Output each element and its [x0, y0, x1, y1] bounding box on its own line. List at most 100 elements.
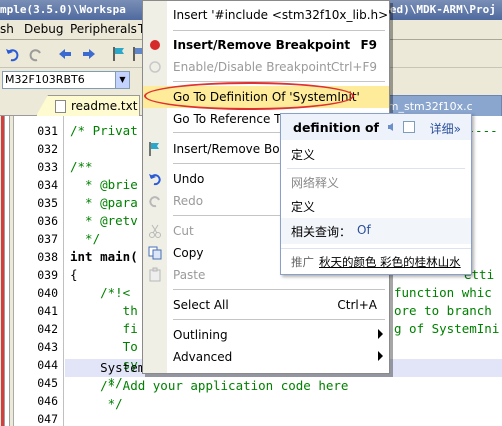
panel-scroll-track[interactable] [4, 116, 10, 426]
menu-item-label: Copy [173, 246, 204, 260]
menu-item-label: Insert/Remove Breakpoint [173, 38, 351, 52]
breakpoint-icon [150, 40, 160, 50]
menu-item-insert-remove-breakpoint[interactable]: Insert/Remove Breakpoint F9 [143, 34, 389, 56]
code-line: /* Privat [70, 123, 138, 138]
code-line: fi [70, 321, 138, 336]
submenu-arrow-icon [378, 351, 383, 361]
menu-separator [173, 30, 385, 31]
web-definition-heading: 网络释义 [291, 176, 340, 190]
tab-readme[interactable]: readme.txt [36, 95, 140, 116]
code-line: /* Add your application code here [70, 378, 349, 393]
menu-item-shortcut: Ctrl+F9 [331, 60, 377, 74]
code-line: int main( [70, 249, 138, 264]
code-line: */ [70, 231, 101, 246]
code-fragment: ore to branch [394, 303, 492, 318]
speaker-icon[interactable] [387, 122, 397, 132]
code-line: /*!< [70, 285, 138, 300]
menu-item-label: Undo [173, 172, 205, 186]
bookmark-flag-icon[interactable] [110, 45, 128, 63]
code-line: * @retv [70, 213, 138, 228]
chevron-down-icon[interactable]: ▼ [115, 72, 129, 88]
redo-icon [149, 196, 160, 208]
related-query-row: 相关查询： Of [281, 218, 471, 244]
menu-item-label: Outlining [173, 328, 228, 342]
undo-icon [149, 174, 161, 186]
line-number: 031 [37, 124, 58, 138]
line-number: 047 [37, 412, 58, 426]
back-arrow-icon[interactable] [56, 45, 74, 63]
code-fragment: g of SystemIni [394, 321, 500, 336]
line-number: 037 [37, 232, 58, 246]
text-file-icon [55, 100, 66, 113]
line-number: 033 [37, 160, 58, 174]
line-number: 044 [37, 358, 58, 372]
code-line: { [70, 267, 78, 282]
dictionary-divider [287, 168, 465, 169]
line-number: 032 [37, 142, 58, 156]
details-link[interactable]: 详细» [430, 120, 461, 137]
submenu-arrow-icon [378, 329, 383, 339]
code-line: /** [70, 159, 93, 174]
menu-item-enable-disable-breakpoint[interactable]: Enable/Disable Breakpoint Ctrl+F9 [143, 56, 389, 78]
menu-item-advanced[interactable]: Advanced [143, 346, 389, 368]
code-line: th [70, 303, 138, 318]
line-number: 038 [37, 250, 58, 264]
menu-item-select-all[interactable]: Select All Ctrl+A [143, 294, 389, 316]
code-line: * @para [70, 195, 138, 210]
menu-item-project[interactable]: sh [0, 22, 14, 36]
line-number: 046 [37, 394, 58, 408]
menu-item-label: Select All [173, 298, 229, 312]
menu-item-label: Advanced [173, 350, 233, 364]
menu-item-shortcut: F9 [360, 38, 377, 52]
menu-item-debug[interactable]: Debug [24, 22, 63, 36]
line-number: 045 [37, 376, 58, 390]
line-number: 040 [37, 286, 58, 300]
line-number: 035 [37, 196, 58, 210]
line-number: 042 [37, 322, 58, 336]
promo-row: 推广 秋天的颜色 彩色的桂林山水 [281, 248, 471, 274]
forward-arrow-icon[interactable] [80, 45, 98, 63]
project-panel-edge [0, 116, 14, 426]
dictionary-meaning: 定义 [291, 148, 316, 162]
dictionary-word: definition of [293, 120, 379, 135]
menu-item-label: Insert '#include <stm32f10x_lib.h>' [173, 8, 392, 22]
menu-separator [173, 319, 385, 320]
copy-icon [148, 246, 162, 260]
target-select[interactable]: M32F103RBT6 ▼ [2, 71, 130, 89]
web-definition-meaning: 定义 [291, 200, 316, 214]
menu-item-shortcut: Ctrl+A [337, 298, 377, 312]
target-select-value: M32F103RBT6 [5, 73, 85, 86]
disabled-breakpoint-icon [149, 61, 161, 73]
menu-item-insert-include[interactable]: Insert '#include <stm32f10x_lib.h>' [143, 4, 392, 26]
menu-item-peripherals[interactable]: Peripherals [70, 22, 137, 36]
code-fragment: function whic [394, 285, 492, 300]
add-to-wordbook-icon[interactable] [403, 121, 415, 133]
menu-separator [173, 289, 385, 290]
annotation-ellipse [144, 82, 354, 110]
line-number: 041 [37, 304, 58, 318]
dictionary-header: definition of 详细» [281, 114, 471, 140]
code-line: */ [70, 396, 123, 411]
title-left-text: mple(3.5.0)\Workspa [0, 3, 126, 16]
line-number: 039 [37, 268, 58, 282]
related-query-link[interactable]: Of [357, 223, 371, 237]
menu-item-label: Redo [173, 194, 204, 208]
scissors-icon [149, 224, 161, 238]
menu-item-label: Enable/Disable Breakpoint [173, 60, 332, 74]
bookmark-flag-icon [149, 142, 159, 156]
dictionary-popup: definition of 详细» 定义 网络释义 定义 相关查询： Of 推广… [280, 113, 472, 275]
related-query-label: 相关查询： [291, 225, 352, 239]
promo-link[interactable]: 秋天的颜色 彩色的桂林山水 [319, 254, 461, 270]
redo-toolbar-icon[interactable] [26, 45, 44, 63]
menu-item-label: Cut [173, 224, 194, 238]
code-line: To [70, 339, 138, 354]
undo-toolbar-icon[interactable] [4, 45, 22, 63]
tab-system-file-label: em_stm32f10x.c [381, 100, 473, 113]
line-number: 036 [37, 214, 58, 228]
paste-icon [149, 267, 161, 282]
line-number: 034 [37, 178, 58, 192]
menu-item-outlining[interactable]: Outlining [143, 324, 389, 346]
line-number: 043 [37, 340, 58, 354]
code-line: * @brie [70, 177, 138, 192]
menu-item-label: Paste [173, 268, 206, 282]
